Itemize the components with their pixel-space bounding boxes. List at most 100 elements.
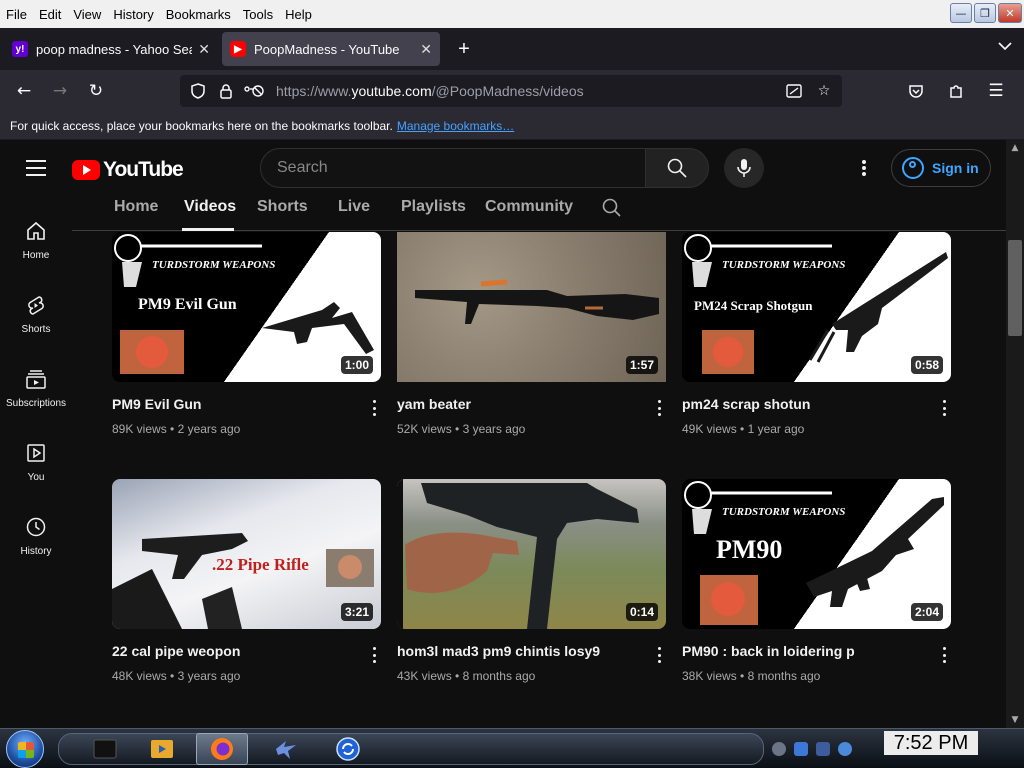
account-avatar-icon (902, 157, 924, 179)
url-bar[interactable]: https://www.youtube.com/@PoopMadness/vid… (180, 75, 842, 107)
video-actions-menu-icon[interactable] (656, 400, 662, 416)
restore-button[interactable]: ❐ (974, 3, 996, 23)
permissions-icon[interactable] (240, 77, 268, 105)
menu-history[interactable]: History (107, 7, 159, 22)
minimize-button[interactable]: — (950, 3, 972, 23)
guide-item-you[interactable]: You (0, 434, 72, 508)
extensions-puzzle-icon[interactable] (938, 75, 974, 107)
tab-title: PoopMadness - YouTube (254, 41, 400, 57)
youtube-logo[interactable]: YouTube (72, 158, 184, 182)
guide-item-shorts[interactable]: Shorts (0, 286, 72, 360)
menu-edit[interactable]: Edit (33, 7, 67, 22)
video-thumbnail[interactable]: 0:14 (397, 479, 666, 629)
search-icon (667, 158, 687, 178)
video-card[interactable]: .22 Pipe Rifle 3:21 22 cal pipe weopon 4… (112, 479, 381, 683)
video-title[interactable]: hom3l mad3 pm9 chintis losy9 (397, 643, 637, 659)
start-button[interactable] (6, 730, 44, 768)
tab-yahoo-search[interactable]: y! poop madness - Yahoo Search ✕ (4, 32, 218, 66)
video-title[interactable]: 22 cal pipe weopon (112, 643, 352, 659)
new-tab-button[interactable]: + (450, 38, 478, 61)
video-title[interactable]: yam beater (397, 396, 637, 412)
reload-icon[interactable]: ↻ (78, 75, 114, 107)
video-thumbnail[interactable]: .22 Pipe Rifle 3:21 (112, 479, 381, 629)
video-thumbnail[interactable]: TURDSTORM WEAPONS PM24 Scrap Shotgun 0:5… (682, 232, 951, 382)
search-button[interactable] (645, 148, 709, 188)
scroll-up-icon[interactable]: ▲ (1006, 140, 1024, 156)
close-tab-icon[interactable]: ✕ (420, 41, 432, 58)
menu-file[interactable]: File (0, 7, 33, 22)
video-thumbnail[interactable]: TURDSTORM WEAPONS PM90 2:04 (682, 479, 951, 629)
taskbar-app-terminal-icon[interactable] (80, 733, 132, 765)
url-prefix: https://www. (276, 83, 352, 99)
tray-network-icon[interactable] (794, 742, 808, 756)
voice-search-button[interactable] (724, 148, 764, 188)
sign-in-button[interactable]: Sign in (891, 149, 991, 187)
tab-community[interactable]: Community (485, 198, 573, 216)
tray-display-icon[interactable] (816, 742, 830, 756)
tracking-shield-icon[interactable] (184, 77, 212, 105)
video-title[interactable]: PM90 : back in loidering p (682, 643, 922, 659)
video-actions-menu-icon[interactable] (656, 647, 662, 663)
tray-eject-icon[interactable] (772, 742, 786, 756)
tab-live[interactable]: Live (338, 198, 370, 216)
menu-bookmarks[interactable]: Bookmarks (160, 7, 237, 22)
taskbar-media-player-icon[interactable] (136, 733, 188, 765)
close-window-button[interactable]: ✕ (998, 3, 1022, 23)
video-card[interactable]: TURDSTORM WEAPONS PM24 Scrap Shotgun 0:5… (682, 232, 951, 436)
video-card[interactable]: 1:57 yam beater 52K views • 3 years ago (397, 232, 666, 436)
guide-item-subscriptions[interactable]: Subscriptions (0, 360, 72, 434)
video-card[interactable]: TURDSTORM WEAPONS PM90 2:04 PM90 : back … (682, 479, 951, 683)
video-actions-menu-icon[interactable] (941, 400, 947, 416)
thumbnail-text: PM24 Scrap Shotgun (694, 298, 813, 313)
url-text[interactable]: https://www.youtube.com/@PoopMadness/vid… (276, 83, 584, 99)
video-card[interactable]: TURDSTORM WEAPONS PM9 Evil Gun 1:00 PM9 … (112, 232, 381, 436)
duration-badge: 0:14 (625, 603, 658, 621)
app-menu-icon[interactable]: ☰ (978, 75, 1014, 107)
manage-bookmarks-link[interactable]: Manage bookmarks… (397, 119, 514, 133)
taskbar-clock[interactable]: 7:52 PM (884, 731, 978, 755)
taskbar-app-bird-icon[interactable] (260, 733, 312, 765)
bookmarks-toolbar: For quick access, place your bookmarks h… (0, 112, 1024, 140)
video-actions-menu-icon[interactable] (371, 400, 377, 416)
lock-icon[interactable] (212, 77, 240, 105)
reader-view-icon[interactable] (780, 77, 808, 105)
taskbar-app-sync-icon[interactable] (322, 733, 374, 765)
back-arrow-icon[interactable]: ← (6, 75, 42, 107)
video-title[interactable]: PM9 Evil Gun (112, 396, 352, 412)
menu-help[interactable]: Help (279, 7, 318, 22)
tab-youtube[interactable]: ▶ PoopMadness - YouTube ✕ (222, 32, 440, 66)
guide-item-home[interactable]: Home (0, 212, 72, 286)
channel-search-icon[interactable] (602, 198, 622, 218)
taskbar-firefox-icon[interactable] (196, 733, 248, 765)
scrollbar-thumb[interactable] (1008, 240, 1022, 336)
history-icon (26, 517, 46, 537)
tab-home[interactable]: Home (114, 198, 158, 216)
video-thumbnail[interactable]: TURDSTORM WEAPONS PM9 Evil Gun 1:00 (112, 232, 381, 382)
video-card[interactable]: 0:14 hom3l mad3 pm9 chintis losy9 43K vi… (397, 479, 666, 683)
video-thumbnail[interactable]: 1:57 (397, 232, 666, 382)
tray-volume-icon[interactable] (838, 742, 852, 756)
search-input[interactable] (277, 159, 645, 177)
video-title[interactable]: pm24 scrap shotun (682, 396, 922, 412)
search-box[interactable] (260, 148, 646, 188)
tab-playlists[interactable]: Playlists (401, 198, 466, 216)
tab-videos[interactable]: Videos (184, 198, 236, 216)
menu-view[interactable]: View (67, 7, 107, 22)
list-all-tabs-chevron-icon[interactable] (998, 38, 1012, 54)
page-scrollbar[interactable]: ▲ ▼ (1006, 140, 1024, 728)
video-actions-menu-icon[interactable] (371, 647, 377, 663)
svg-text:TURDSTORM WEAPONS: TURDSTORM WEAPONS (722, 506, 845, 518)
pocket-icon[interactable] (898, 75, 934, 107)
thumbnail-text: .22 Pipe Rifle (212, 555, 309, 574)
settings-more-icon[interactable] (854, 158, 874, 178)
duration-badge: 3:21 (340, 603, 373, 621)
tab-shorts[interactable]: Shorts (257, 198, 308, 216)
menu-tools[interactable]: Tools (237, 7, 279, 22)
video-actions-menu-icon[interactable] (941, 647, 947, 663)
scroll-down-icon[interactable]: ▼ (1006, 712, 1024, 728)
close-tab-icon[interactable]: ✕ (198, 41, 210, 58)
hamburger-menu-icon[interactable] (22, 158, 50, 178)
guide-item-history[interactable]: History (0, 508, 72, 582)
bookmark-star-icon[interactable]: ☆ (810, 77, 838, 105)
forward-arrow-icon[interactable]: → (42, 75, 78, 107)
